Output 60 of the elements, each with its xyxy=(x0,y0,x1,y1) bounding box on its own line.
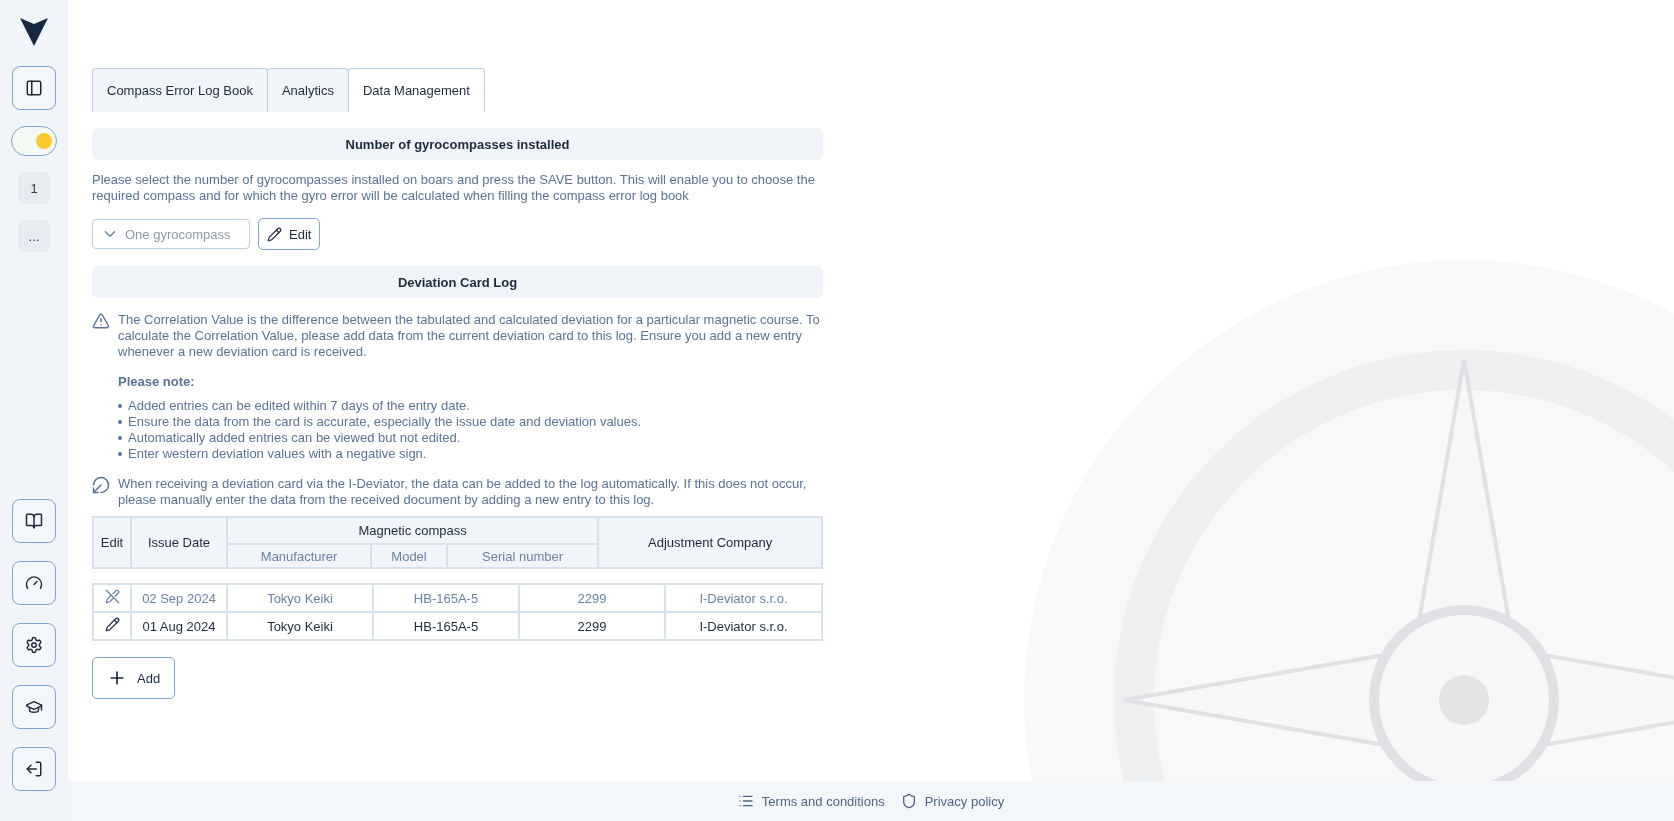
table-cell: 02 Sep 2024 xyxy=(131,584,227,612)
warning-icon xyxy=(92,312,110,330)
page-button[interactable]: ... xyxy=(18,220,50,252)
table-cell: Tokyo Keiki xyxy=(227,584,373,612)
bullet-icon xyxy=(118,420,122,424)
page-button[interactable]: 1 xyxy=(18,172,50,204)
section-title: Number of gyrocompasses installed xyxy=(92,128,823,160)
sidebar-button[interactable] xyxy=(12,623,56,667)
pencil-off-icon xyxy=(104,589,120,604)
shield-icon xyxy=(900,793,917,809)
note-item: Added entries can be edited within 7 days of the entry date. xyxy=(128,398,470,414)
table-cell: Tokyo Keiki xyxy=(227,612,373,640)
column-header: Edit xyxy=(93,517,131,568)
bullet-icon xyxy=(118,404,122,408)
book-icon xyxy=(25,512,43,530)
table-cell: I-Deviator s.r.o. xyxy=(665,584,822,612)
privacy-link[interactable]: Privacy policy xyxy=(900,793,1005,809)
theme-toggle[interactable] xyxy=(11,126,57,156)
terms-link[interactable]: Terms and conditions xyxy=(737,793,885,809)
graduation-cap-icon xyxy=(25,698,43,716)
add-button[interactable]: Add xyxy=(92,657,176,699)
note-item: Ensure the data from the card is accurate, especially the issue date and deviation values. xyxy=(128,414,642,430)
info-text: When receiving a deviation card via the I-Deviator, the data can be added to the log automatically. If this does not occur, please manually enter the data from the received document by adding a new entry to this log. xyxy=(118,476,808,508)
edit-cell[interactable] xyxy=(93,612,131,640)
list-icon xyxy=(737,793,754,809)
logo-icon xyxy=(20,16,48,46)
table-cell: HB-165A-5 xyxy=(373,612,519,640)
sidebar-button[interactable] xyxy=(12,685,56,729)
settings-icon xyxy=(25,636,43,654)
section-title: Deviation Card Log xyxy=(92,266,823,298)
column-header: Serial number xyxy=(446,544,599,568)
logout-button[interactable] xyxy=(12,747,56,791)
bullet-icon xyxy=(118,452,122,456)
panel-icon xyxy=(25,79,43,97)
table-cell: HB-165A-5 xyxy=(373,584,519,612)
column-header: Adjustment Company xyxy=(598,517,822,568)
table-cell: 2299 xyxy=(519,612,665,640)
note-item: Automatically added entries can be viewed but not edited. xyxy=(128,430,461,446)
exit-icon xyxy=(25,760,43,778)
table-cell: 2299 xyxy=(519,584,665,612)
warning-text: The Correlation Value is the difference between the tabulated and calculated deviation for a particular magnetic course. To calculate the Correlation Value, please add data from the current deviation card to this log. Ensure you add a new entry whenever a new deviation card is received. xyxy=(118,312,821,360)
tab[interactable]: Analytics xyxy=(266,68,349,112)
note-item: Enter western deviation values with a negative sign. xyxy=(128,446,427,462)
column-group-header: Magnetic compass xyxy=(227,517,599,544)
note-title: Please note: xyxy=(118,374,196,390)
column-header: Issue Date xyxy=(131,517,227,568)
tab[interactable]: Data Management xyxy=(348,68,485,112)
bullet-icon xyxy=(118,436,122,440)
description-text: Please select the number of gyrocompasses installed on boars and press the SAVE button. This will enable you to choose the required compass and for which the gyro error will be calculated when filling the compass error log book xyxy=(92,172,816,204)
sidebar-toggle-button[interactable] xyxy=(12,66,56,110)
sidebar-button[interactable] xyxy=(12,499,56,543)
pencil-icon xyxy=(104,617,120,632)
tab[interactable]: Compass Error Log Book xyxy=(92,68,268,112)
edit-button[interactable]: Edit xyxy=(258,218,321,250)
arrow-circle-icon xyxy=(92,476,110,494)
column-header: Manufacturer xyxy=(227,544,372,568)
table-cell: 01 Aug 2024 xyxy=(131,612,227,640)
pencil-icon xyxy=(267,226,282,242)
gauge-icon xyxy=(25,574,43,592)
table-cell: I-Deviator s.r.o. xyxy=(665,612,822,640)
